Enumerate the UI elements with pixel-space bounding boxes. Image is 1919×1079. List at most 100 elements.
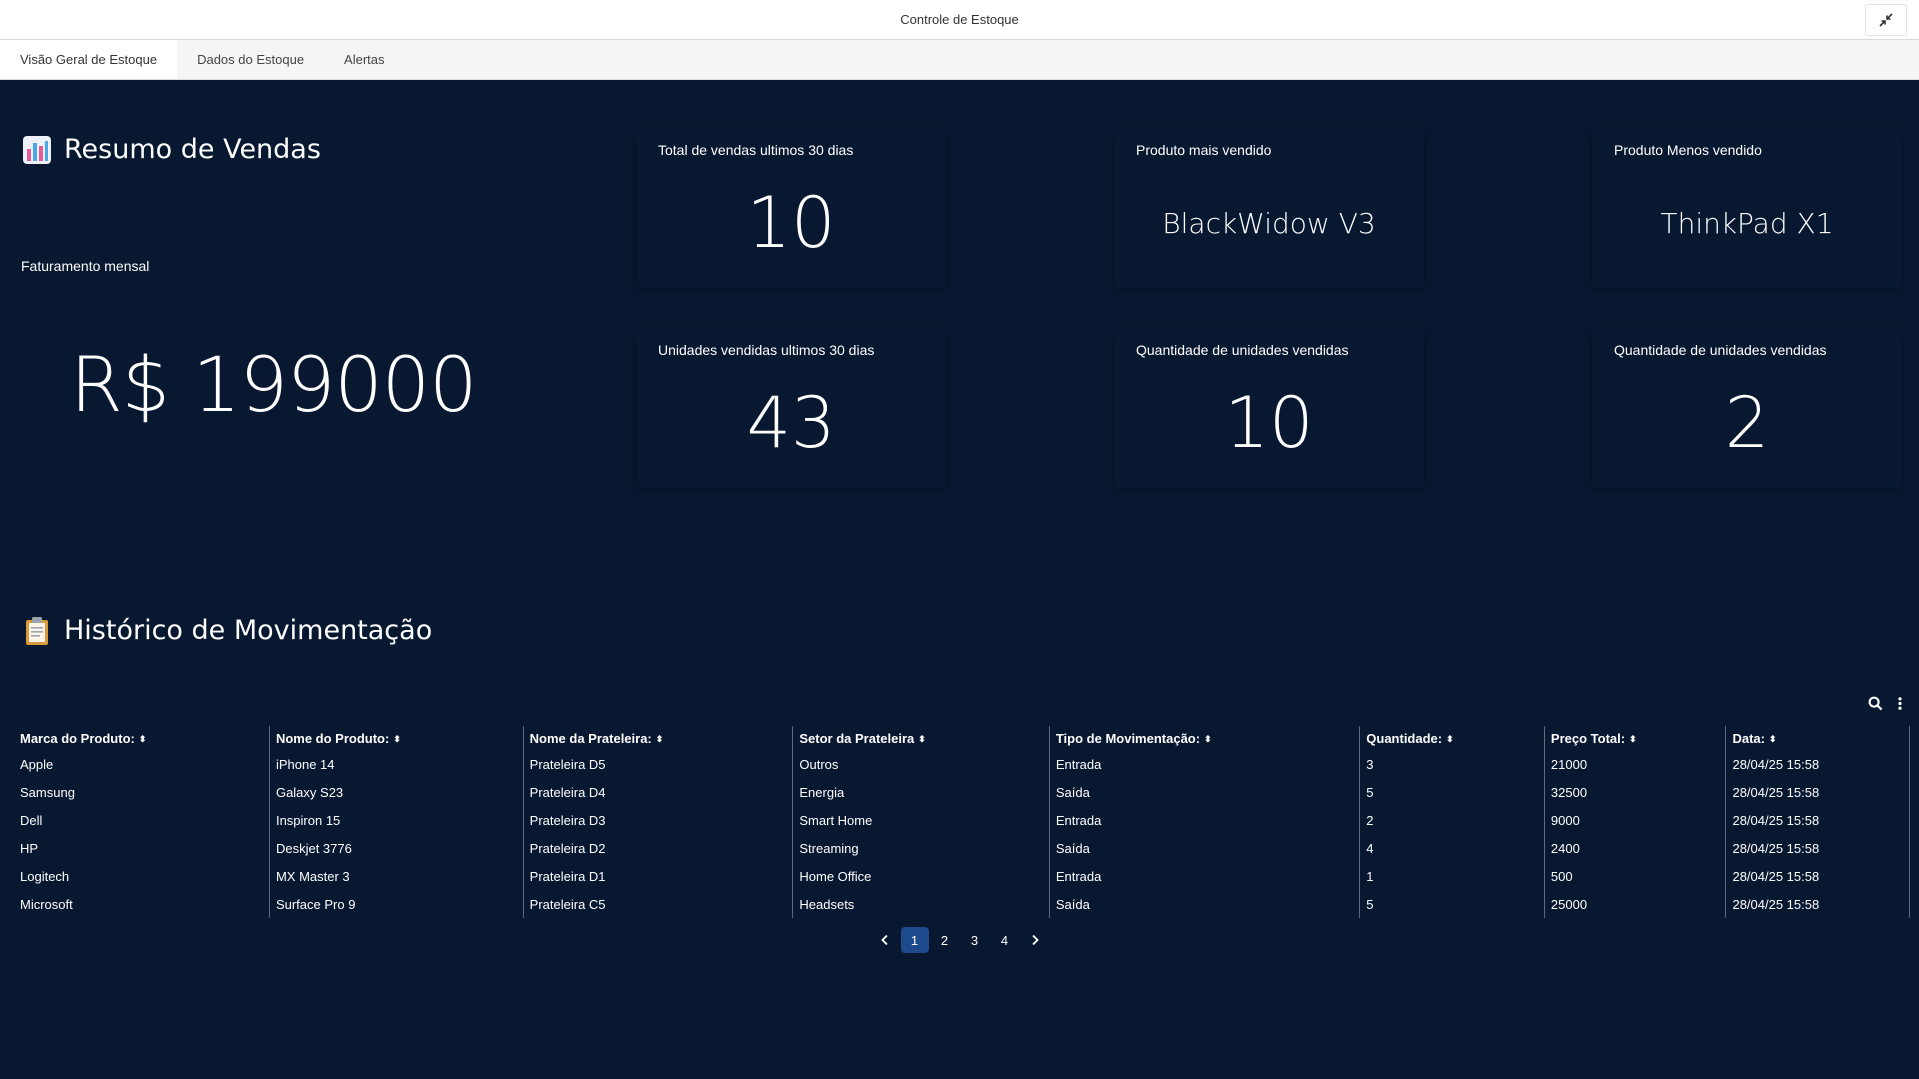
cell-shelf-name: Prateleira D4 (523, 778, 794, 806)
column-header-movement-type[interactable]: Tipo de Movimentação: ⬍ (1049, 726, 1361, 750)
column-header-date[interactable]: Data: ⬍ (1725, 726, 1910, 750)
table-row[interactable]: Dell Inspiron 15 Prateleira D3 Smart Home En… (14, 806, 1910, 834)
sort-icon[interactable]: ⬍ (139, 734, 147, 745)
revenue-value: R$ 199000 (70, 340, 477, 429)
sort-icon[interactable]: ⬍ (918, 734, 926, 745)
column-header-quantity[interactable]: Quantidade: ⬍ (1359, 726, 1545, 750)
kpi-card-units-sold: Unidades vendidas ultimos 30 dias 43 (636, 328, 946, 488)
chevron-left-icon (880, 934, 888, 946)
column-header-shelf-name[interactable]: Nome da Prateleira: ⬍ (523, 726, 794, 750)
cell-product-name: Surface Pro 9 (269, 890, 524, 918)
cell-quantity: 1 (1359, 862, 1545, 890)
page-button-3[interactable]: 3 (961, 927, 989, 953)
cell-brand: Samsung (14, 778, 270, 806)
table-row[interactable]: HP Deskjet 3776 Prateleira D2 Streaming Saíd… (14, 834, 1910, 862)
tab-dados-estoque[interactable]: Dados do Estoque (177, 40, 324, 79)
window-title: Controle de Estoque (900, 12, 1019, 27)
cell-total-price: 2400 (1544, 834, 1727, 862)
cell-shelf-sector: Headsets (792, 890, 1050, 918)
cell-date: 28/04/25 15:58 (1725, 750, 1910, 778)
cell-brand: Logitech (14, 862, 270, 890)
cell-brand: Microsoft (14, 890, 270, 918)
revenue-label: Faturamento mensal (21, 258, 150, 274)
kpi-card-title: Total de vendas ultimos 30 dias (658, 142, 854, 158)
cell-quantity: 3 (1359, 750, 1545, 778)
kpi-card-title: Quantidade de unidades vendidas (1136, 342, 1349, 358)
kpi-card-best-seller: Produto mais vendido BlackWidow V3 (1114, 128, 1424, 288)
kpi-card-best-seller-units: Quantidade de unidades vendidas 10 (1114, 328, 1424, 488)
cell-brand: Dell (14, 806, 270, 834)
table-header-row: Marca do Produto: ⬍ Nome do Produto: ⬍ Nom… (14, 726, 1910, 750)
cell-date: 28/04/25 15:58 (1725, 834, 1910, 862)
kpi-card-least-seller-units: Quantidade de unidades vendidas 2 (1592, 328, 1902, 488)
page-button-1[interactable]: 1 (900, 927, 929, 953)
cell-movement-type: Entrada (1049, 862, 1361, 890)
prev-page-button[interactable] (871, 927, 899, 953)
cell-movement-type: Entrada (1049, 750, 1361, 778)
cell-shelf-sector: Home Office (792, 862, 1050, 890)
table-toolbar (1868, 696, 1903, 711)
more-options-icon[interactable] (1897, 696, 1903, 711)
page-button-4[interactable]: 4 (991, 927, 1019, 953)
sort-icon[interactable]: ⬍ (1204, 734, 1212, 745)
kpi-card-value: BlackWidow V3 (1162, 206, 1376, 240)
cell-shelf-name: Prateleira D2 (523, 834, 794, 862)
cell-shelf-sector: Streaming (792, 834, 1050, 862)
cell-quantity: 5 (1359, 890, 1545, 918)
cell-shelf-name: Prateleira C5 (523, 890, 794, 918)
sort-icon[interactable]: ⬍ (656, 734, 664, 745)
kpi-card-value: 10 (1224, 382, 1314, 464)
collapse-icon (1879, 13, 1893, 27)
sales-section-header: Resumo de Vendas (22, 134, 321, 165)
search-icon[interactable] (1868, 696, 1883, 711)
cell-quantity: 2 (1359, 806, 1545, 834)
cell-product-name: iPhone 14 (269, 750, 524, 778)
bar-chart-icon (23, 135, 51, 164)
cell-product-name: Inspiron 15 (269, 806, 524, 834)
clipboard-icon (26, 616, 48, 645)
chevron-right-icon (1031, 934, 1039, 946)
table-row[interactable]: Microsoft Surface Pro 9 Prateleira C5 Heads… (14, 890, 1910, 918)
history-section-title: Histórico de Movimentação (64, 615, 433, 646)
cell-total-price: 32500 (1544, 778, 1727, 806)
cell-movement-type: Saída (1049, 834, 1361, 862)
sort-icon[interactable]: ⬍ (393, 734, 401, 745)
cell-product-name: Galaxy S23 (269, 778, 524, 806)
cell-shelf-sector: Energia (792, 778, 1050, 806)
column-header-product-name[interactable]: Nome do Produto: ⬍ (269, 726, 524, 750)
column-header-brand[interactable]: Marca do Produto: ⬍ (14, 726, 270, 750)
table-row[interactable]: Logitech MX Master 3 Prateleira D1 Home Off… (14, 862, 1910, 890)
cell-date: 28/04/25 15:58 (1725, 778, 1910, 806)
column-header-total-price[interactable]: Preço Total: ⬍ (1544, 726, 1727, 750)
sort-icon[interactable]: ⬍ (1446, 734, 1454, 745)
page-button-2[interactable]: 2 (931, 927, 959, 953)
cell-shelf-name: Prateleira D5 (523, 750, 794, 778)
collapse-button[interactable] (1865, 4, 1907, 36)
kpi-card-title: Quantidade de unidades vendidas (1614, 342, 1827, 358)
column-header-shelf-sector[interactable]: Setor da Prateleira ⬍ (792, 726, 1050, 750)
cell-movement-type: Entrada (1049, 806, 1361, 834)
table-row[interactable]: Apple iPhone 14 Prateleira D5 Outros Entrada… (14, 750, 1910, 778)
cell-date: 28/04/25 15:58 (1725, 806, 1910, 834)
tab-alertas[interactable]: Alertas (324, 40, 404, 79)
pagination: 1 2 3 4 (0, 927, 1919, 953)
kpi-card-title: Unidades vendidas ultimos 30 dias (658, 342, 875, 358)
cell-shelf-name: Prateleira D3 (523, 806, 794, 834)
sort-icon[interactable]: ⬍ (1629, 734, 1637, 745)
cell-date: 28/04/25 15:58 (1725, 890, 1910, 918)
kpi-card-value: 2 (1724, 382, 1770, 464)
kpi-card-title: Produto mais vendido (1136, 142, 1272, 158)
next-page-button[interactable] (1021, 927, 1049, 953)
cell-product-name: MX Master 3 (269, 862, 524, 890)
tab-bar: Visão Geral de Estoque Dados do Estoque … (0, 40, 1919, 80)
cell-quantity: 4 (1359, 834, 1545, 862)
cell-brand: Apple (14, 750, 270, 778)
cell-total-price: 21000 (1544, 750, 1727, 778)
cell-movement-type: Saída (1049, 890, 1361, 918)
table-row[interactable]: Samsung Galaxy S23 Prateleira D4 Energia Saí… (14, 778, 1910, 806)
tab-visao-geral[interactable]: Visão Geral de Estoque (0, 40, 178, 79)
sort-icon[interactable]: ⬍ (1769, 734, 1777, 745)
history-section-header: Histórico de Movimentação (22, 615, 432, 646)
kpi-card-total-sales: Total de vendas ultimos 30 dias 10 (636, 128, 946, 288)
kpi-card-value: 43 (746, 382, 836, 464)
